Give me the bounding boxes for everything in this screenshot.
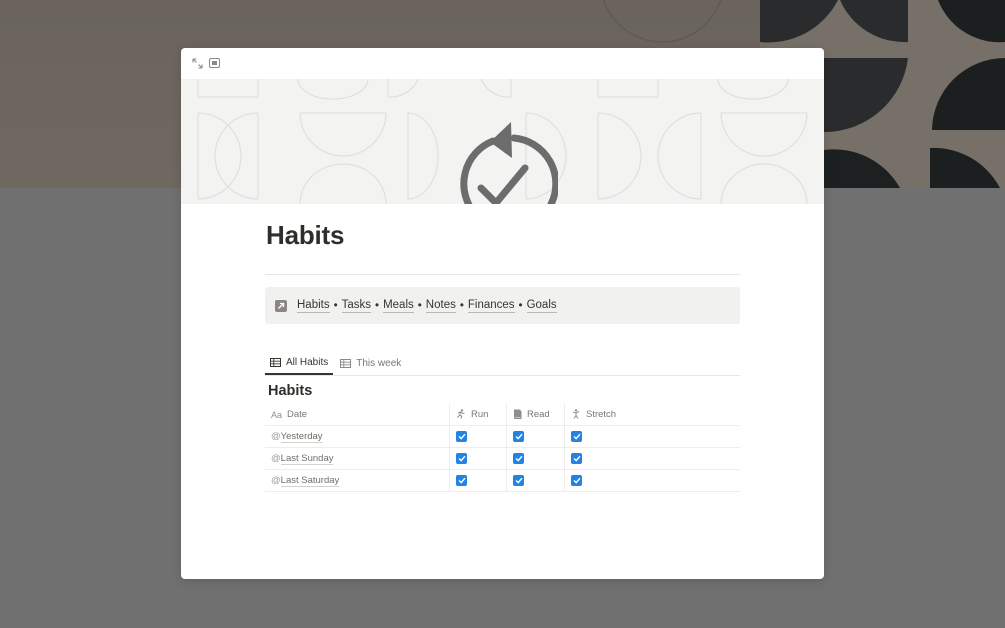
checkbox-checked[interactable] (571, 475, 582, 486)
column-label: Stretch (586, 409, 617, 420)
link-meals[interactable]: Meals (383, 299, 414, 313)
link-goals[interactable]: Goals (526, 299, 557, 313)
peek-mode-icon[interactable] (208, 57, 220, 69)
checkbox-checked[interactable] (571, 431, 582, 442)
stretch-cell (565, 426, 740, 447)
column-header-run[interactable]: Run (450, 404, 507, 425)
tab-label: This week (356, 357, 402, 369)
table-row[interactable]: @Yesterday (265, 426, 740, 448)
modal-toolbar (181, 48, 824, 79)
page-peek-modal: Habits Habits • Tasks • Meals • Notes • … (181, 48, 824, 579)
stretching-person-icon (571, 408, 581, 421)
database-title: Habits (268, 383, 313, 399)
column-label: Date (287, 409, 308, 420)
mention-at: @ (271, 453, 281, 464)
text-aa-icon: Aa (271, 409, 283, 420)
circular-arrow-check-icon (448, 122, 560, 204)
table-row[interactable]: @Last Sunday (265, 448, 740, 470)
column-header-read[interactable]: Read (507, 404, 565, 425)
link-tasks[interactable]: Tasks (341, 299, 372, 313)
stretch-cell (565, 448, 740, 469)
read-cell (507, 448, 565, 469)
checkbox-checked[interactable] (456, 475, 467, 486)
link-habits[interactable]: Habits (297, 299, 330, 313)
column-label: Run (471, 409, 489, 420)
navigation-callout: Habits • Tasks • Meals • Notes • Finance… (265, 287, 740, 324)
link-finances[interactable]: Finances (467, 299, 515, 313)
date-mention[interactable]: Last Saturday (280, 475, 340, 487)
separator: • (375, 299, 380, 312)
table-row[interactable]: @Last Saturday (265, 470, 740, 492)
run-cell (450, 426, 507, 447)
book-icon (513, 409, 522, 421)
separator: • (518, 299, 523, 312)
date-cell[interactable]: @Yesterday (265, 426, 450, 447)
expand-arrows-icon[interactable] (191, 57, 203, 69)
tab-this-week[interactable]: This week (335, 351, 406, 375)
mention-at: @ (271, 431, 281, 442)
date-mention[interactable]: Last Sunday (280, 453, 334, 465)
separator: • (333, 299, 338, 312)
page-cover (181, 79, 824, 204)
read-cell (507, 470, 565, 491)
checkbox-checked[interactable] (513, 475, 524, 486)
view-tabs: All Habits This week (265, 351, 740, 376)
date-mention[interactable]: Yesterday (280, 431, 323, 443)
mention-at: @ (271, 475, 281, 486)
habits-table: Aa Date Run Read Stretch @Yesterday @Las… (265, 404, 740, 492)
read-cell (507, 426, 565, 447)
checkbox-checked[interactable] (456, 453, 467, 464)
separator: • (459, 299, 464, 312)
date-cell[interactable]: @Last Saturday (265, 470, 450, 491)
link-notes[interactable]: Notes (425, 299, 456, 313)
table-header-row: Aa Date Run Read Stretch (265, 404, 740, 426)
run-cell (450, 470, 507, 491)
page-title: Habits (266, 220, 345, 250)
column-label: Read (527, 409, 550, 420)
table-icon (270, 357, 281, 367)
callout-links: Habits • Tasks • Meals • Notes • Finance… (297, 299, 557, 313)
checkbox-checked[interactable] (456, 431, 467, 442)
checkbox-checked[interactable] (513, 453, 524, 464)
column-header-stretch[interactable]: Stretch (565, 404, 740, 425)
date-cell[interactable]: @Last Sunday (265, 448, 450, 469)
stretch-cell (565, 470, 740, 491)
tab-label: All Habits (286, 356, 329, 368)
arrow-up-right-icon (275, 299, 287, 312)
separator: • (417, 299, 422, 312)
checkbox-checked[interactable] (571, 453, 582, 464)
running-person-icon (456, 408, 466, 421)
column-header-date[interactable]: Aa Date (265, 404, 450, 425)
divider (265, 274, 740, 275)
run-cell (450, 448, 507, 469)
tab-all-habits[interactable]: All Habits (265, 351, 334, 375)
checkbox-checked[interactable] (513, 431, 524, 442)
table-icon (340, 358, 352, 368)
